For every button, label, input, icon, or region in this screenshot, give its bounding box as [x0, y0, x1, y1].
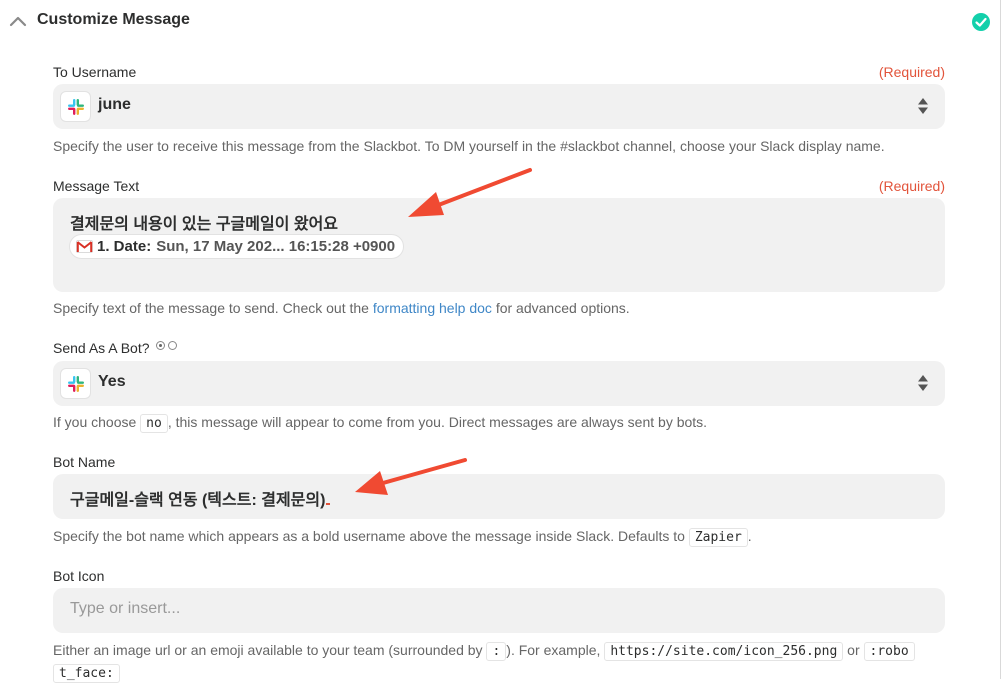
text-cursor [326, 503, 331, 505]
inline-code: t_face: [53, 664, 120, 683]
help-text: Either an image url or an emoji availabl… [53, 642, 487, 658]
bot-icon-input[interactable]: Type or insert... [53, 588, 945, 633]
sort-icon [918, 98, 928, 114]
help-text: ). For example, [506, 642, 605, 658]
bot-icon-help-wrap: t_face: [53, 664, 120, 683]
panel-border [1000, 0, 1001, 679]
help-text: . [747, 528, 752, 544]
bot-icon-help: Either an image url or an emoji availabl… [53, 642, 915, 661]
to-username-select[interactable]: june [53, 84, 945, 129]
check-circle-icon [972, 13, 990, 31]
sort-icon [918, 375, 928, 391]
bot-icon-label: Bot Icon [53, 568, 105, 584]
customize-message-panel: Customize Message To Username (Required)… [0, 0, 1004, 683]
bot-name-help: Specify the bot name which appears as a … [53, 528, 752, 547]
inline-code: no [140, 414, 168, 433]
radio-option[interactable] [168, 341, 177, 350]
chevron-up-icon[interactable] [8, 11, 28, 31]
send-as-bot-select[interactable]: Yes [53, 361, 945, 406]
formatting-help-link[interactable]: formatting help doc [373, 300, 492, 316]
inline-code: : [486, 642, 507, 661]
inline-code: Zapier [688, 528, 748, 547]
bot-icon-placeholder: Type or insert... [70, 600, 181, 617]
send-as-bot-radio-group [156, 341, 177, 350]
to-username-help: Specify the user to receive this message… [53, 138, 885, 154]
message-text-required: (Required) [878, 178, 945, 194]
slack-icon [60, 368, 91, 399]
send-as-bot-label: Send As A Bot? [53, 340, 150, 356]
inline-code: :robo [863, 642, 915, 661]
mapped-field-pill[interactable]: 1. Date: Sun, 17 May 202... 16:15:28 +09… [69, 234, 405, 259]
message-text-line: 결제문의 내용이 있는 구글메일이 왔어요 [70, 216, 339, 233]
section-header[interactable]: Customize Message [0, 0, 1004, 44]
message-text-label: Message Text [53, 178, 140, 194]
pill-value: Sun, 17 May 202... 16:15:28 +0900 [156, 238, 396, 255]
slack-icon [60, 91, 91, 122]
help-text: , this message will appear to come from … [167, 414, 708, 430]
send-as-bot-value: Yes [98, 373, 126, 390]
help-text: Specify text of the message to send. Che… [53, 300, 373, 316]
gmail-icon [76, 240, 93, 253]
help-text: or [843, 642, 864, 658]
bot-name-input[interactable]: 구글메일-슬랙 연동 (텍스트: 결제문의) [53, 474, 945, 519]
help-text: for advanced options. [491, 300, 630, 316]
inline-code: https://site.com/icon_256.png [604, 642, 844, 661]
to-username-label: To Username [53, 64, 137, 80]
to-username-value: june [98, 96, 131, 113]
bot-name-text: 구글메일-슬랙 연동 (텍스트: 결제문의) [70, 492, 326, 509]
section-title: Customize Message [37, 11, 190, 28]
message-text-input[interactable]: 결제문의 내용이 있는 구글메일이 왔어요 1. Date: Sun, 17 M… [53, 198, 945, 292]
radio-option-selected[interactable] [156, 341, 165, 350]
help-text: Specify the bot name which appears as a … [53, 528, 689, 544]
help-text: If you choose [53, 414, 141, 430]
bot-name-label: Bot Name [53, 454, 116, 470]
to-username-required: (Required) [878, 64, 945, 80]
message-text-help: Specify text of the message to send. Che… [53, 300, 630, 316]
bot-name-value: 구글메일-슬랙 연동 (텍스트: 결제문의) [70, 486, 331, 510]
send-as-bot-help: If you choose no, this message will appe… [53, 414, 708, 433]
pill-label: 1. Date: [97, 238, 152, 255]
